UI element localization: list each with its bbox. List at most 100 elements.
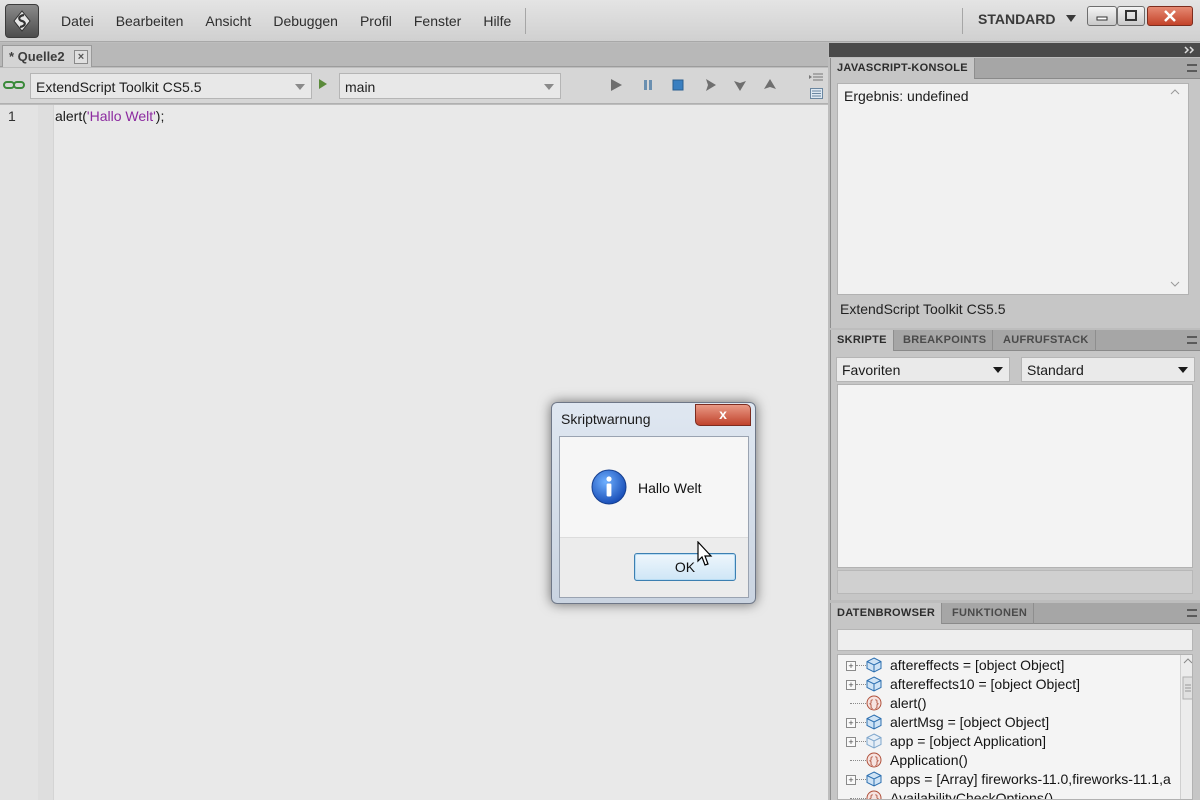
tree-item[interactable]: {} alert() [838, 694, 1178, 713]
panel-menu-icon[interactable] [1187, 336, 1197, 344]
step-out-icon[interactable] [762, 77, 778, 93]
tab-funktionen[interactable]: FUNKTIONEN [946, 603, 1035, 624]
object-cube-icon [866, 676, 882, 692]
code-call: alert( [55, 108, 87, 124]
code-line[interactable]: alert('Hallo Welt'); [55, 108, 164, 124]
tab-skripte[interactable]: SKRIPTE [831, 330, 894, 351]
collapse-panels-icon[interactable] [829, 43, 1200, 57]
object-cube-icon [866, 657, 882, 673]
tree-item[interactable]: + aftereffects10 = [object Object] [838, 675, 1178, 694]
scripts-filter-select[interactable]: Favoriten [836, 357, 1010, 382]
breakpoint-gutter[interactable] [38, 105, 54, 800]
tree-item[interactable]: + alertMsg = [object Object] [838, 713, 1178, 732]
chevron-down-icon[interactable] [1066, 15, 1076, 22]
estk-window: Datei Bearbeiten Ansicht Debuggen Profil… [0, 0, 1200, 800]
console-scrollbar[interactable] [1170, 88, 1180, 288]
tree-connector [850, 703, 866, 704]
tab-breakpoints[interactable]: BREAKPOINTS [897, 330, 994, 351]
play-small-icon [319, 79, 327, 89]
expand-icon[interactable]: + [846, 680, 856, 690]
scripts-scope-value: Standard [1027, 362, 1084, 378]
tree-connector [850, 760, 866, 761]
menu-profil[interactable]: Profil [351, 13, 401, 29]
tree-item[interactable]: + apps = [Array] fireworks-11.0,firework… [838, 770, 1178, 789]
scripts-scope-select[interactable]: Standard [1021, 357, 1195, 382]
panel-menu-icon[interactable] [1187, 64, 1197, 72]
tree-item[interactable]: {} Application() [838, 751, 1178, 770]
tree-item-label: alert() [890, 695, 927, 711]
tab-aufrufstack[interactable]: AUFRUFSTACK [997, 330, 1096, 351]
object-cube-icon [866, 771, 882, 787]
tree-item[interactable]: + aftereffects = [object Object] [838, 656, 1178, 675]
tab-label: * Quelle2 [9, 49, 65, 64]
menu-bearbeiten[interactable]: Bearbeiten [107, 13, 193, 29]
panel-dock-header [829, 43, 1200, 57]
document-tab-bar: * Quelle2 × [0, 43, 828, 67]
script-warning-dialog: Skriptwarnung x Hallo Welt OK [551, 402, 756, 604]
console-panel-tabs: JAVASCRIPT-KONSOLE [831, 58, 1200, 79]
panel-menu-icon[interactable] [1187, 609, 1197, 617]
tree-connector [856, 779, 866, 780]
menu-hilfe[interactable]: Hilfe [474, 13, 520, 29]
data-browser-tree[interactable]: + aftereffects = [object Object] + after… [837, 654, 1193, 800]
menu-ansicht[interactable]: Ansicht [196, 13, 260, 29]
workspace-switcher[interactable]: STANDARD [978, 11, 1056, 27]
minimize-button[interactable] [1087, 6, 1117, 26]
tree-connector [856, 741, 866, 742]
tree-item[interactable]: {} AvailabilityCheckOptions() [838, 789, 1178, 800]
data-browser-filter-input[interactable] [837, 629, 1193, 651]
data-browser-tabs: DATENBROWSER FUNKTIONEN [831, 603, 1200, 624]
expand-icon[interactable]: + [846, 718, 856, 728]
window-close-button[interactable] [1147, 6, 1193, 26]
maximize-button[interactable] [1117, 6, 1145, 26]
minimize-icon [1096, 16, 1108, 21]
tree-item-label: alertMsg = [object Object] [890, 714, 1050, 730]
console-status-text: ExtendScript Toolkit CS5.5 [840, 301, 1006, 317]
run-icon[interactable] [608, 77, 624, 93]
list-view-icon[interactable] [810, 88, 823, 99]
step-into-icon[interactable] [732, 77, 748, 93]
engine-select[interactable]: main [339, 73, 561, 99]
console-output[interactable]: Ergebnis: undefined [837, 83, 1189, 295]
tree-item-label: Application() [890, 752, 968, 768]
tab-quelle2[interactable]: * Quelle2 × [2, 45, 92, 67]
step-over-icon[interactable] [702, 77, 718, 93]
pause-icon[interactable] [640, 77, 656, 93]
scripts-panel: SKRIPTE BREAKPOINTS AUFRUFSTACK Favorite… [830, 330, 1200, 600]
tree-item-label: aftereffects10 = [object Object] [890, 676, 1081, 692]
chevron-down-icon [544, 84, 554, 90]
tree-item[interactable]: + app = [object Application] [838, 732, 1178, 751]
expand-icon[interactable]: + [846, 775, 856, 785]
chevron-down-icon [1178, 367, 1188, 373]
menu-debuggen[interactable]: Debuggen [264, 13, 347, 29]
chevron-down-icon [993, 367, 1003, 373]
target-application-value: ExtendScript Toolkit CS5.5 [36, 79, 202, 95]
tab-javascript-konsole[interactable]: JAVASCRIPT-KONSOLE [831, 58, 975, 79]
expand-icon[interactable]: + [846, 661, 856, 671]
menu-datei[interactable]: Datei [52, 13, 103, 29]
svg-text:{}: {} [868, 699, 880, 710]
tab-datenbrowser[interactable]: DATENBROWSER [831, 603, 943, 624]
ok-button[interactable]: OK [634, 553, 736, 581]
scripts-footer [837, 570, 1193, 594]
app-logo-icon[interactable] [5, 4, 39, 38]
stop-icon[interactable] [670, 77, 686, 93]
svg-text:{}: {} [868, 756, 880, 767]
target-application-select[interactable]: ExtendScript Toolkit CS5.5 [30, 73, 312, 99]
line-number: 1 [8, 108, 16, 124]
console-result-text: Ergebnis: undefined [844, 88, 969, 104]
tree-item-label: aftereffects = [object Object] [890, 657, 1065, 673]
function-braces-icon: {} [866, 752, 882, 768]
menu-fenster[interactable]: Fenster [405, 13, 470, 29]
expand-icon[interactable]: + [846, 737, 856, 747]
tab-close-icon[interactable]: × [74, 50, 88, 64]
info-icon [591, 469, 627, 505]
link-icon[interactable] [3, 79, 25, 91]
dialog-close-button[interactable]: x [695, 404, 751, 426]
panel-menu-icon[interactable] [808, 72, 824, 84]
data-browser-scrollbar[interactable] [1180, 655, 1192, 799]
function-braces-icon: {} [866, 695, 882, 711]
main-menu: Datei Bearbeiten Ansicht Debuggen Profil… [52, 0, 524, 42]
scripts-list[interactable] [837, 384, 1193, 568]
svg-text:{}: {} [868, 794, 880, 800]
